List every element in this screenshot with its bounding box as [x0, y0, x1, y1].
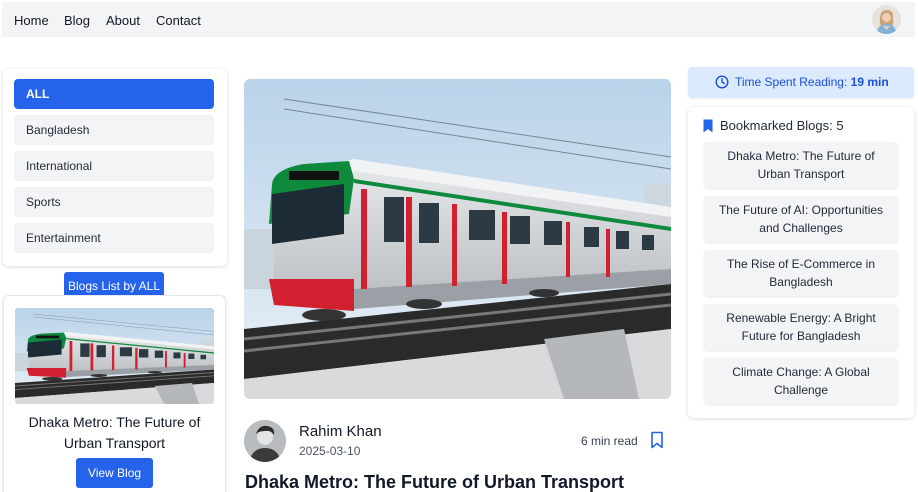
bookmark-item[interactable]: The Rise of E-Commerce in Bangladesh [704, 250, 898, 296]
nav-about-link[interactable]: About [106, 13, 140, 28]
bookmark-item[interactable]: Dhaka Metro: The Future of Urban Transpo… [704, 142, 898, 188]
bookmark-item[interactable]: The Future of AI: Opportunities and Chal… [704, 196, 898, 242]
reading-time-text: Time Spent Reading: 19 min [735, 75, 889, 89]
category-international[interactable]: International [14, 151, 214, 181]
clock-icon [715, 75, 729, 89]
reading-time-label: Time Spent Reading: [735, 75, 848, 89]
blog-card-image [15, 308, 214, 404]
bookmark-item[interactable]: Renewable Energy: A Bright Future for Ba… [704, 304, 898, 350]
category-sports[interactable]: Sports [14, 187, 214, 217]
category-filter-panel: ALL Bangladesh International Sports Ente… [3, 69, 227, 266]
blog-card: Dhaka Metro: The Future of Urban Transpo… [3, 295, 226, 492]
top-navbar: Home Blog About Contact [2, 2, 915, 37]
bookmark-icon[interactable] [650, 431, 664, 449]
author-name: Rahim Khan [299, 423, 382, 440]
reading-time-value: 19 min [850, 75, 889, 89]
view-blog-button[interactable]: View Blog [76, 458, 153, 488]
blog-card-title: Dhaka Metro: The Future of Urban Transpo… [28, 414, 201, 451]
reading-time-box: Time Spent Reading: 19 min [688, 67, 914, 98]
nav-contact-link[interactable]: Contact [156, 13, 201, 28]
category-bangladesh[interactable]: Bangladesh [14, 115, 214, 145]
read-time: 6 min read [581, 434, 638, 448]
nav-home-link[interactable]: Home [14, 13, 49, 28]
user-avatar-icon[interactable] [872, 5, 901, 34]
bookmark-icon [703, 119, 713, 133]
category-all[interactable]: ALL [14, 79, 214, 109]
category-entertainment[interactable]: Entertainment [14, 223, 214, 253]
author-avatar [244, 420, 286, 462]
bookmark-item[interactable]: Climate Change: A Global Challenge [704, 358, 898, 404]
bookmarks-panel: Bookmarked Blogs: 5 Dhaka Metro: The Fut… [688, 107, 914, 418]
bookmarks-heading: Bookmarked Blogs: 5 [720, 118, 844, 133]
featured-image [244, 79, 671, 399]
post-title: Dhaka Metro: The Future of Urban Transpo… [245, 472, 625, 492]
nav-blog-link[interactable]: Blog [64, 13, 90, 28]
post-date: 2025-03-10 [299, 444, 361, 458]
